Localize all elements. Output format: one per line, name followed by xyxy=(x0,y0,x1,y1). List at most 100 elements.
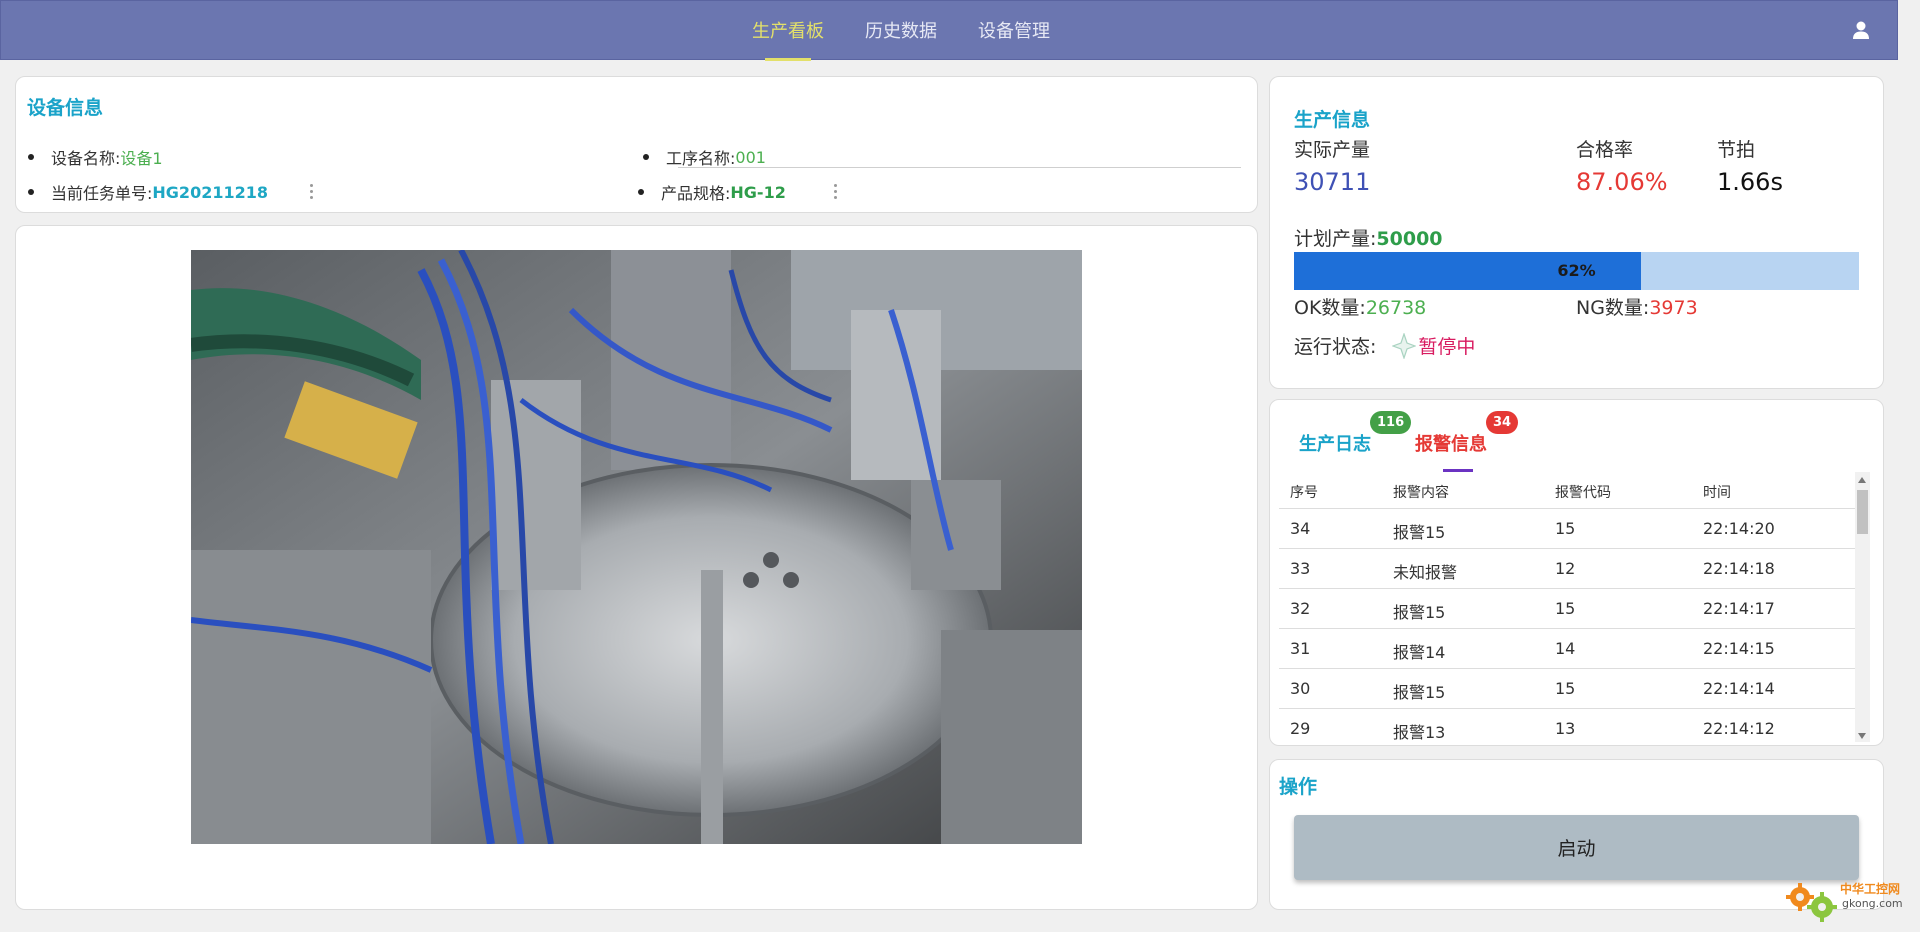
actual-output-label: 实际产量 xyxy=(1294,139,1371,161)
bullet xyxy=(28,189,34,195)
pause-status-icon xyxy=(1392,332,1417,359)
product-spec-row: 产品规格: HG-12 xyxy=(638,180,786,204)
run-status-value: 暂停中 xyxy=(1418,336,1476,358)
cell-content: 未知报警 xyxy=(1393,563,1458,582)
ok-count-label: OK数量: xyxy=(1294,297,1366,319)
product-spec-label: 产品规格: xyxy=(661,184,731,203)
bullet xyxy=(643,154,649,160)
device-name-row: 设备名称: 设备1 xyxy=(28,145,163,169)
cell-content: 报警13 xyxy=(1393,723,1446,742)
tab-production-log[interactable]: 生产日志 xyxy=(1299,430,1371,456)
task-number-row: 当前任务单号: HG20211218 xyxy=(28,180,268,204)
cell-code: 13 xyxy=(1555,719,1576,738)
header-time: 时间 xyxy=(1703,485,1731,501)
divider xyxy=(678,167,1241,168)
start-button[interactable]: 启动 xyxy=(1294,815,1859,880)
scroll-up-icon[interactable] xyxy=(1858,477,1866,483)
task-more-icon[interactable] xyxy=(310,184,314,200)
planned-output-label: 计划产量: xyxy=(1294,228,1377,250)
table-row[interactable]: 30 报警15 15 22:14:14 xyxy=(1279,669,1857,709)
pass-rate-value: 87.06% xyxy=(1576,168,1668,196)
spec-more-icon[interactable] xyxy=(834,184,838,200)
cell-content: 报警14 xyxy=(1393,643,1446,662)
device-name-label: 设备名称: xyxy=(51,149,121,168)
ng-count-row: NG数量:3973 xyxy=(1576,293,1698,320)
gkong-watermark: 中华工控网 gkong.com xyxy=(1782,875,1912,925)
cell-time: 22:14:20 xyxy=(1703,519,1775,538)
log-alarm-card: 生产日志 116 报警信息 34 序号 报警内容 报警代码 时间 34 报警15… xyxy=(1269,399,1884,746)
cell-time: 22:14:14 xyxy=(1703,679,1775,698)
scroll-down-icon[interactable] xyxy=(1858,733,1866,739)
watermark-url: gkong.com xyxy=(1842,897,1903,910)
pass-rate-label: 合格率 xyxy=(1576,139,1634,161)
top-nav-bar: 生产看板 历史数据 设备管理 xyxy=(0,0,1898,61)
cell-time: 22:14:17 xyxy=(1703,599,1775,618)
table-header: 序号 报警内容 报警代码 时间 xyxy=(1279,472,1857,509)
gear-icon xyxy=(1786,883,1837,922)
actual-output-value: 30711 xyxy=(1294,168,1371,196)
cell-index: 29 xyxy=(1290,719,1311,738)
operation-title: 操作 xyxy=(1279,776,1318,798)
cycle-time-value: 1.66s xyxy=(1717,168,1783,196)
ok-count-value: 26738 xyxy=(1365,297,1427,319)
task-number-label: 当前任务单号: xyxy=(51,184,153,203)
cell-content: 报警15 xyxy=(1393,523,1446,542)
production-info-card: 生产信息 实际产量 30711 合格率 87.06% 节拍 1.66s 计划产量… xyxy=(1269,76,1884,389)
process-name-value: 001 xyxy=(735,147,766,167)
cell-index: 33 xyxy=(1290,559,1311,578)
cell-index: 30 xyxy=(1290,679,1311,698)
run-status-label: 运行状态: xyxy=(1294,336,1377,358)
scroll-thumb[interactable] xyxy=(1857,490,1868,534)
device-info-card: 设备信息 设备名称: 设备1 工序名称: 001 当前任务单号: HG20211… xyxy=(15,76,1258,213)
output-progress-bar: 62% xyxy=(1294,252,1859,290)
cell-code: 15 xyxy=(1555,679,1576,698)
header-index: 序号 xyxy=(1290,485,1318,501)
device-info-title: 设备信息 xyxy=(27,97,104,119)
ng-count-value: 3973 xyxy=(1649,297,1698,319)
cell-code: 14 xyxy=(1555,639,1576,658)
cell-index: 32 xyxy=(1290,599,1311,618)
task-number-value: HG20211218 xyxy=(152,182,268,202)
nav-history-data[interactable]: 历史数据 xyxy=(854,1,948,61)
bullet xyxy=(28,154,34,160)
ng-count-label: NG数量: xyxy=(1576,297,1650,319)
planned-output-row: 计划产量:50000 xyxy=(1294,224,1443,251)
tab-alarm-info[interactable]: 报警信息 xyxy=(1415,430,1487,456)
machine-image-card xyxy=(15,225,1258,910)
header-content: 报警内容 xyxy=(1393,485,1449,501)
cell-code: 15 xyxy=(1555,599,1576,618)
table-row[interactable]: 29 报警13 13 22:14:12 xyxy=(1279,709,1857,749)
header-code: 报警代码 xyxy=(1555,485,1611,501)
nav-production-board[interactable]: 生产看板 xyxy=(741,1,835,61)
table-scrollbar[interactable] xyxy=(1855,472,1870,742)
run-status-row: 运行状态: 暂停中 xyxy=(1294,332,1475,359)
alarm-count-badge: 34 xyxy=(1486,411,1519,434)
cell-time: 22:14:12 xyxy=(1703,719,1775,738)
table-row[interactable]: 31 报警14 14 22:14:15 xyxy=(1279,629,1857,669)
log-count-badge: 116 xyxy=(1370,411,1412,434)
cell-index: 31 xyxy=(1290,639,1311,658)
table-row[interactable]: 33 未知报警 12 22:14:18 xyxy=(1279,549,1857,589)
main-nav: 生产看板 历史数据 设备管理 xyxy=(741,1,1080,61)
bullet xyxy=(638,189,644,195)
table-row[interactable]: 32 报警15 15 22:14:17 xyxy=(1279,589,1857,629)
device-name-value: 设备1 xyxy=(120,149,163,168)
cell-code: 12 xyxy=(1555,559,1576,578)
machine-photo xyxy=(191,250,1082,844)
table-row[interactable]: 34 报警15 15 22:14:20 xyxy=(1279,509,1857,549)
process-name-row: 工序名称: 001 xyxy=(643,145,766,169)
progress-percent: 62% xyxy=(1557,261,1596,280)
cell-content: 报警15 xyxy=(1393,683,1446,702)
cell-index: 34 xyxy=(1290,519,1311,538)
cell-code: 15 xyxy=(1555,519,1576,538)
planned-output-value: 50000 xyxy=(1376,228,1443,250)
cycle-time-label: 节拍 xyxy=(1717,139,1756,161)
user-icon[interactable] xyxy=(1851,20,1871,40)
nav-device-management[interactable]: 设备管理 xyxy=(967,1,1061,61)
process-name-label: 工序名称: xyxy=(666,149,736,168)
ok-count-row: OK数量:26738 xyxy=(1294,293,1426,320)
cell-time: 22:14:18 xyxy=(1703,559,1775,578)
alarm-table: 序号 报警内容 报警代码 时间 34 报警15 15 22:14:20 33 未… xyxy=(1279,472,1857,749)
production-info-title: 生产信息 xyxy=(1294,109,1371,131)
cell-content: 报警15 xyxy=(1393,603,1446,622)
